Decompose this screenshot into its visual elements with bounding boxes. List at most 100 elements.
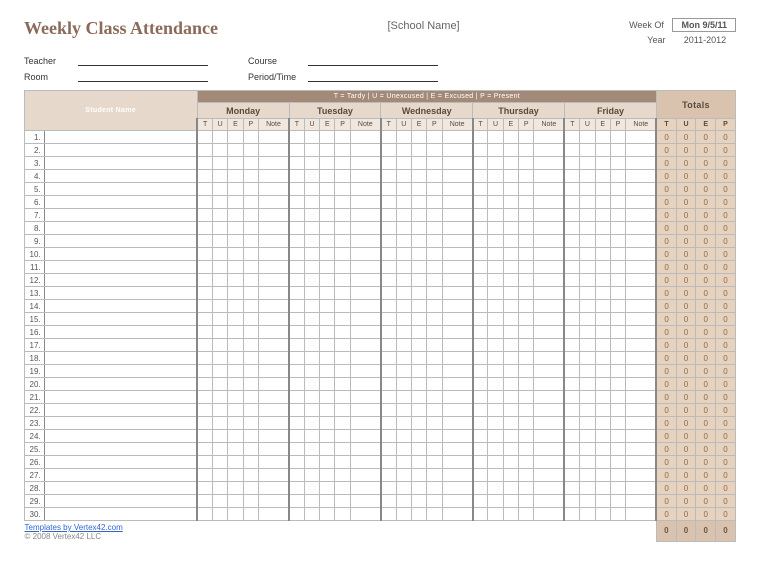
attendance-cell — [335, 391, 350, 404]
attendance-cell — [304, 404, 319, 417]
attendance-cell — [396, 378, 411, 391]
row-total-cell: 0 — [696, 456, 716, 469]
attendance-cell — [213, 417, 228, 430]
student-name-cell — [44, 235, 197, 248]
row-total-cell: 0 — [696, 495, 716, 508]
attendance-cell — [595, 144, 610, 157]
row-total-cell: 0 — [676, 287, 696, 300]
attendance-cell — [519, 508, 534, 521]
attendance-cell — [442, 352, 473, 365]
attendance-cell — [197, 326, 212, 339]
attendance-table: Student Name T = Tardy | U = Unexcused |… — [24, 90, 736, 542]
row-total-cell: 0 — [696, 261, 716, 274]
attendance-cell — [304, 430, 319, 443]
attendance-cell — [197, 170, 212, 183]
attendance-cell — [304, 326, 319, 339]
attendance-cell — [228, 482, 243, 495]
attendance-cell — [610, 430, 625, 443]
attendance-cell — [411, 183, 426, 196]
attendance-cell — [304, 222, 319, 235]
attendance-cell — [258, 313, 289, 326]
attendance-cell — [213, 339, 228, 352]
attendance-cell — [213, 248, 228, 261]
attendance-cell — [442, 170, 473, 183]
attendance-cell — [519, 365, 534, 378]
attendance-cell — [610, 313, 625, 326]
attendance-cell — [411, 300, 426, 313]
attendance-cell — [595, 300, 610, 313]
footer-row: Templates by Vertex42.com © 2008 Vertex4… — [25, 521, 736, 542]
sub-col: U — [488, 119, 503, 131]
row-total-cell: 0 — [716, 157, 736, 170]
week-of-label: Week Of — [629, 20, 664, 30]
attendance-cell — [564, 443, 579, 456]
attendance-cell — [442, 339, 473, 352]
attendance-cell — [411, 235, 426, 248]
attendance-cell — [335, 209, 350, 222]
sub-col: P — [519, 119, 534, 131]
attendance-cell — [289, 378, 304, 391]
table-row: 12.0000 — [25, 274, 736, 287]
attendance-cell — [473, 131, 488, 144]
row-total-cell: 0 — [656, 365, 676, 378]
attendance-cell — [473, 196, 488, 209]
attendance-cell — [442, 261, 473, 274]
attendance-cell — [213, 300, 228, 313]
attendance-cell — [258, 144, 289, 157]
attendance-cell — [197, 443, 212, 456]
student-name-cell — [44, 144, 197, 157]
attendance-cell — [503, 300, 518, 313]
attendance-cell — [488, 170, 503, 183]
row-total-cell: 0 — [656, 469, 676, 482]
attendance-cell — [610, 287, 625, 300]
sub-col: U — [580, 119, 595, 131]
row-total-cell: 0 — [676, 495, 696, 508]
row-total-cell: 0 — [676, 313, 696, 326]
row-total-cell: 0 — [716, 261, 736, 274]
attendance-cell — [503, 170, 518, 183]
attendance-cell — [335, 482, 350, 495]
attendance-cell — [595, 417, 610, 430]
attendance-cell — [243, 378, 258, 391]
table-row: 3.0000 — [25, 157, 736, 170]
attendance-cell — [626, 326, 657, 339]
attendance-cell — [411, 144, 426, 157]
attendance-cell — [350, 443, 381, 456]
attendance-cell — [381, 248, 396, 261]
attendance-cell — [350, 144, 381, 157]
attendance-cell — [442, 222, 473, 235]
attendance-cell — [197, 248, 212, 261]
attendance-cell — [411, 404, 426, 417]
attendance-cell — [258, 326, 289, 339]
attendance-cell — [595, 456, 610, 469]
attendance-cell — [519, 456, 534, 469]
row-number: 26. — [25, 456, 45, 469]
attendance-cell — [243, 183, 258, 196]
table-row: 29.0000 — [25, 495, 736, 508]
row-total-cell: 0 — [656, 131, 676, 144]
attendance-cell — [519, 196, 534, 209]
attendance-cell — [228, 131, 243, 144]
attendance-cell — [396, 508, 411, 521]
attendance-cell — [626, 482, 657, 495]
student-name-cell — [44, 352, 197, 365]
attendance-cell — [427, 482, 442, 495]
attendance-cell — [213, 482, 228, 495]
attendance-cell — [564, 352, 579, 365]
attendance-cell — [197, 339, 212, 352]
attendance-cell — [427, 209, 442, 222]
templates-link[interactable]: Templates by Vertex42.com — [25, 523, 123, 532]
row-total-cell: 0 — [656, 456, 676, 469]
attendance-cell — [534, 131, 565, 144]
attendance-cell — [488, 430, 503, 443]
week-of-value: Mon 9/5/11 — [672, 18, 736, 32]
row-number: 21. — [25, 391, 45, 404]
attendance-cell — [289, 144, 304, 157]
attendance-cell — [626, 157, 657, 170]
attendance-cell — [243, 131, 258, 144]
row-total-cell: 0 — [716, 365, 736, 378]
row-number: 4. — [25, 170, 45, 183]
attendance-cell — [580, 391, 595, 404]
attendance-cell — [197, 313, 212, 326]
attendance-cell — [488, 313, 503, 326]
